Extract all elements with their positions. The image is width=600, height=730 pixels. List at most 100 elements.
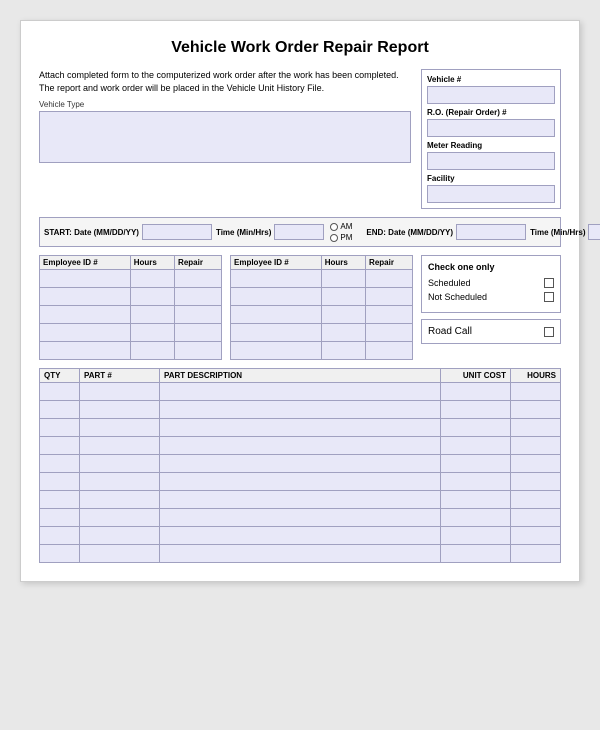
hours-cell[interactable] — [130, 324, 174, 342]
part-desc-cell[interactable] — [160, 437, 441, 455]
hours-cell[interactable] — [321, 306, 365, 324]
repair-cell[interactable] — [175, 306, 222, 324]
emp-id-cell[interactable] — [40, 342, 131, 360]
unit-cost-cell[interactable] — [441, 383, 511, 401]
qty-cell[interactable] — [40, 509, 80, 527]
part-desc-cell[interactable] — [160, 419, 441, 437]
start-pm-radio[interactable]: PM — [330, 233, 352, 242]
repair-cell[interactable] — [175, 270, 222, 288]
hours-cell[interactable] — [511, 545, 561, 563]
hours-cell[interactable] — [321, 324, 365, 342]
part-desc-cell[interactable] — [160, 473, 441, 491]
not-scheduled-checkbox[interactable] — [544, 292, 554, 302]
emp-id-cell[interactable] — [231, 270, 322, 288]
hours-cell[interactable] — [130, 288, 174, 306]
emp-id-cell[interactable] — [231, 342, 322, 360]
repair-cell[interactable] — [366, 324, 413, 342]
part-num-cell[interactable] — [80, 473, 160, 491]
qty-cell[interactable] — [40, 545, 80, 563]
repair-cell[interactable] — [175, 342, 222, 360]
hours-cell[interactable] — [321, 288, 365, 306]
unit-cost-cell[interactable] — [441, 545, 511, 563]
part-desc-cell[interactable] — [160, 383, 441, 401]
part-num-cell[interactable] — [80, 545, 160, 563]
scheduled-checkbox[interactable] — [544, 278, 554, 288]
qty-cell[interactable] — [40, 401, 80, 419]
emp-id-cell[interactable] — [40, 270, 131, 288]
qty-cell[interactable] — [40, 455, 80, 473]
hours-cell[interactable] — [321, 270, 365, 288]
qty-cell[interactable] — [40, 437, 80, 455]
emp-id-cell[interactable] — [40, 288, 131, 306]
hours-cell[interactable] — [130, 342, 174, 360]
part-num-cell[interactable] — [80, 437, 160, 455]
part-num-cell[interactable] — [80, 401, 160, 419]
start-date-input[interactable] — [142, 224, 212, 240]
unit-cost-cell[interactable] — [441, 527, 511, 545]
hours-cell[interactable] — [511, 419, 561, 437]
emp-id-cell[interactable] — [231, 306, 322, 324]
part-desc-cell[interactable] — [160, 545, 441, 563]
qty-cell[interactable] — [40, 419, 80, 437]
unit-cost-cell[interactable] — [441, 419, 511, 437]
ro-input[interactable] — [427, 119, 555, 137]
vehicle-type-input[interactable] — [39, 111, 411, 163]
vehicle-num-input[interactable] — [427, 86, 555, 104]
part-desc-cell[interactable] — [160, 527, 441, 545]
hours-cell[interactable] — [511, 527, 561, 545]
meter-group: Meter Reading — [427, 141, 555, 170]
emp-id-cell[interactable] — [40, 306, 131, 324]
part-num-cell[interactable] — [80, 419, 160, 437]
hours-cell[interactable] — [511, 383, 561, 401]
hours-cell[interactable] — [321, 342, 365, 360]
road-call-checkbox[interactable] — [544, 327, 554, 337]
end-time-input[interactable] — [588, 224, 600, 240]
repair-cell[interactable] — [366, 288, 413, 306]
unit-cost-cell[interactable] — [441, 491, 511, 509]
repair-cell[interactable] — [366, 270, 413, 288]
hours-cell[interactable] — [511, 509, 561, 527]
meter-input[interactable] — [427, 152, 555, 170]
part-num-cell[interactable] — [80, 527, 160, 545]
hours-cell[interactable] — [511, 473, 561, 491]
start-time-input[interactable] — [274, 224, 324, 240]
part-desc-cell[interactable] — [160, 509, 441, 527]
emp-id-cell[interactable] — [231, 324, 322, 342]
hours-cell[interactable] — [130, 306, 174, 324]
part-num-cell[interactable] — [80, 491, 160, 509]
part-num-cell[interactable] — [80, 455, 160, 473]
part-num-cell[interactable] — [80, 509, 160, 527]
hours-cell[interactable] — [511, 437, 561, 455]
hours-cell[interactable] — [511, 455, 561, 473]
table-row — [40, 545, 561, 563]
emp-id-cell[interactable] — [231, 288, 322, 306]
repair-cell[interactable] — [175, 324, 222, 342]
table-row — [40, 288, 222, 306]
part-num-cell[interactable] — [80, 383, 160, 401]
facility-label: Facility — [427, 174, 555, 183]
emp-id-cell[interactable] — [40, 324, 131, 342]
part-desc-cell[interactable] — [160, 455, 441, 473]
repair-cell[interactable] — [175, 288, 222, 306]
unit-cost-cell[interactable] — [441, 455, 511, 473]
start-pm-label: PM — [340, 233, 352, 242]
unit-cost-cell[interactable] — [441, 473, 511, 491]
check-section: Check one only Scheduled Not Scheduled R… — [421, 255, 561, 360]
unit-cost-cell[interactable] — [441, 437, 511, 455]
repair-cell[interactable] — [366, 342, 413, 360]
unit-cost-cell[interactable] — [441, 401, 511, 419]
end-date-input[interactable] — [456, 224, 526, 240]
part-desc-cell[interactable] — [160, 491, 441, 509]
qty-cell[interactable] — [40, 383, 80, 401]
hours-cell[interactable] — [130, 270, 174, 288]
part-desc-cell[interactable] — [160, 401, 441, 419]
qty-cell[interactable] — [40, 527, 80, 545]
repair-cell[interactable] — [366, 306, 413, 324]
start-am-radio[interactable]: AM — [330, 222, 352, 231]
qty-cell[interactable] — [40, 473, 80, 491]
unit-cost-cell[interactable] — [441, 509, 511, 527]
hours-cell[interactable] — [511, 491, 561, 509]
qty-cell[interactable] — [40, 491, 80, 509]
hours-cell[interactable] — [511, 401, 561, 419]
facility-input[interactable] — [427, 185, 555, 203]
